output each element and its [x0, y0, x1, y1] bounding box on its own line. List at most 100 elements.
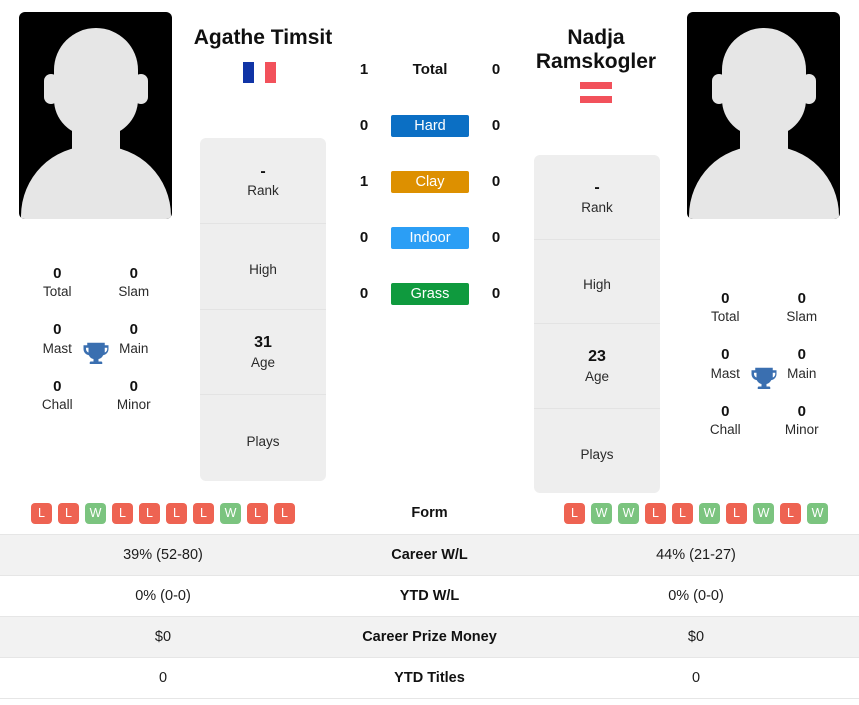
trophy-stat-label: Total	[42, 284, 72, 300]
player-name-left: Agathe Timsit	[193, 26, 333, 49]
row-label-ytd-titles: YTD Titles	[394, 669, 465, 686]
surface-badge-indoor: Indoor	[391, 226, 469, 249]
form-badge-win: W	[591, 502, 612, 524]
form-badge-loss: L	[247, 502, 268, 524]
form-strip-right: LWWLLWLWLW	[533, 502, 859, 524]
form-badge-win: W	[220, 502, 241, 524]
career-prize-money-right: $0	[687, 628, 705, 645]
trophy-stat: 0 Minor	[96, 378, 173, 412]
table-row-career-wl: 39% (52-80) Career W/L 44% (21-27)	[0, 534, 859, 575]
table-row-career-prize-money: $0 Career Prize Money $0	[0, 616, 859, 657]
titles-row-clay: 1 Clay 0	[340, 167, 520, 196]
info-label: High	[583, 277, 611, 293]
avatar-card-left[interactable]: Agathe Timsit	[19, 12, 172, 219]
trophy-stat-label: Chall	[709, 421, 741, 437]
trophy-stat: 0 Slam	[96, 265, 173, 299]
trophy-stat-value: 0	[721, 290, 730, 307]
form-cell-left: LLWLLLLWLL	[0, 493, 326, 534]
titles-right-value: 0	[491, 173, 501, 190]
trophy-stat-label: Minor	[116, 396, 151, 412]
form-badge-loss: L	[645, 502, 666, 524]
form-badge-loss: L	[139, 502, 160, 524]
trophy-stat-value: 0	[53, 321, 62, 339]
table-row-ytd-wl: 0% (0-0) YTD W/L 0% (0-0)	[0, 575, 859, 616]
titles-right-value: 0	[491, 229, 501, 246]
ytd-titles-right: 0	[691, 669, 701, 686]
info-value: 23	[588, 347, 606, 365]
titles-left-value: 1	[359, 173, 369, 190]
stats-comparison-table: LLWLLLLWLL Form LWWLLWLWLW 39% (52-80) C…	[0, 493, 859, 699]
form-badge-loss: L	[274, 502, 295, 524]
form-badge-loss: L	[31, 502, 52, 524]
titles-row-label: Total	[412, 61, 448, 78]
form-cell-right: LWWLLWLWLW	[533, 493, 859, 534]
info-section-high: High	[200, 224, 326, 310]
info-label: Age	[250, 354, 276, 370]
titles-left-value: 0	[359, 117, 369, 134]
france-flag-icon	[243, 62, 276, 83]
career-prize-money-left: $0	[154, 628, 172, 645]
trophy-stat-label: Slam	[118, 284, 150, 300]
info-card-left: - Rank High 31 Age Plays	[200, 138, 326, 481]
info-section-plays: Plays	[534, 409, 660, 494]
form-badge-loss: L	[780, 502, 801, 524]
trophy-stat-value: 0	[129, 377, 138, 395]
titles-row-total: 1 Total 0	[340, 55, 520, 84]
trophy-stat-value: 0	[797, 290, 806, 307]
player-silhouette-icon	[19, 12, 172, 219]
form-badge-win: W	[85, 502, 106, 524]
info-card-right: - Rank High 23 Age Plays	[534, 155, 660, 493]
career-wl-right: 44% (21-27)	[656, 546, 736, 563]
titles-left-value: 0	[359, 285, 369, 302]
player-comparison-page: Agathe Timsit 0 Total 0 Slam 0 Mast 0 Ma…	[0, 0, 859, 705]
row-label-ytd-wl: YTD W/L	[399, 587, 460, 604]
form-badge-win: W	[753, 502, 774, 524]
form-badge-loss: L	[58, 502, 79, 524]
ytd-wl-left: 0% (0-0)	[135, 587, 191, 604]
form-badge-loss: L	[193, 502, 214, 524]
titles-row-hard: 0 Hard 0	[340, 111, 520, 140]
form-badge-loss: L	[564, 502, 585, 524]
table-row-form: LLWLLLLWLL Form LWWLLWLWLW	[0, 493, 859, 534]
career-wl-left: 39% (52-80)	[123, 546, 203, 563]
titles-left-value: 0	[359, 229, 369, 246]
trophy-stat-label: Chall	[41, 396, 73, 412]
info-section-age: 23 Age	[534, 324, 660, 409]
info-label: Rank	[581, 199, 613, 215]
ytd-titles-left: 0	[158, 669, 168, 686]
trophy-stat-value: 0	[53, 377, 62, 395]
surface-badge-hard: Hard	[391, 114, 469, 137]
form-badge-loss: L	[672, 502, 693, 524]
trophy-stat-value: 0	[797, 402, 806, 420]
trophy-stat-value: 0	[53, 265, 62, 282]
trophy-stat: 0 Chall	[19, 378, 96, 412]
info-section-age: 31 Age	[200, 310, 326, 396]
comparison-header-section: Agathe Timsit 0 Total 0 Slam 0 Mast 0 Ma…	[0, 0, 859, 493]
table-row-ytd-titles: 0 YTD Titles 0	[0, 657, 859, 698]
form-badge-loss: L	[726, 502, 747, 524]
trophy-stat-label: Minor	[784, 421, 819, 437]
austria-flag-icon	[580, 82, 612, 103]
form-badge-loss: L	[166, 502, 187, 524]
info-section-plays: Plays	[200, 395, 326, 481]
info-value: -	[594, 178, 600, 196]
trophy-stat: 0 Minor	[764, 403, 841, 437]
info-label: Plays	[246, 434, 280, 450]
avatar-card-right[interactable]: Nadja Ramskogler	[687, 12, 840, 219]
info-section-rank: - Rank	[200, 138, 326, 224]
titles-right-value: 0	[491, 117, 501, 134]
form-badge-win: W	[807, 502, 828, 524]
info-label: High	[249, 262, 277, 278]
titles-row-indoor: 0 Indoor 0	[340, 223, 520, 252]
info-label: Age	[584, 368, 610, 384]
row-label-form: Form	[411, 505, 448, 522]
trophy-stats-right: 0 Total 0 Slam 0 Mast 0 Main 0 Chall 0 M…	[687, 290, 840, 437]
form-badge-win: W	[699, 502, 720, 524]
surface-badge-grass: Grass	[391, 282, 469, 305]
trophy-stat: 0 Total	[19, 265, 96, 299]
trophy-stats-left: 0 Total 0 Slam 0 Mast 0 Main 0 Chall 0 M…	[19, 265, 172, 412]
trophy-icon	[751, 367, 776, 389]
surface-badge-clay: Clay	[391, 170, 469, 193]
trophy-stat: 0 Chall	[687, 403, 764, 437]
info-label: Rank	[247, 183, 279, 199]
